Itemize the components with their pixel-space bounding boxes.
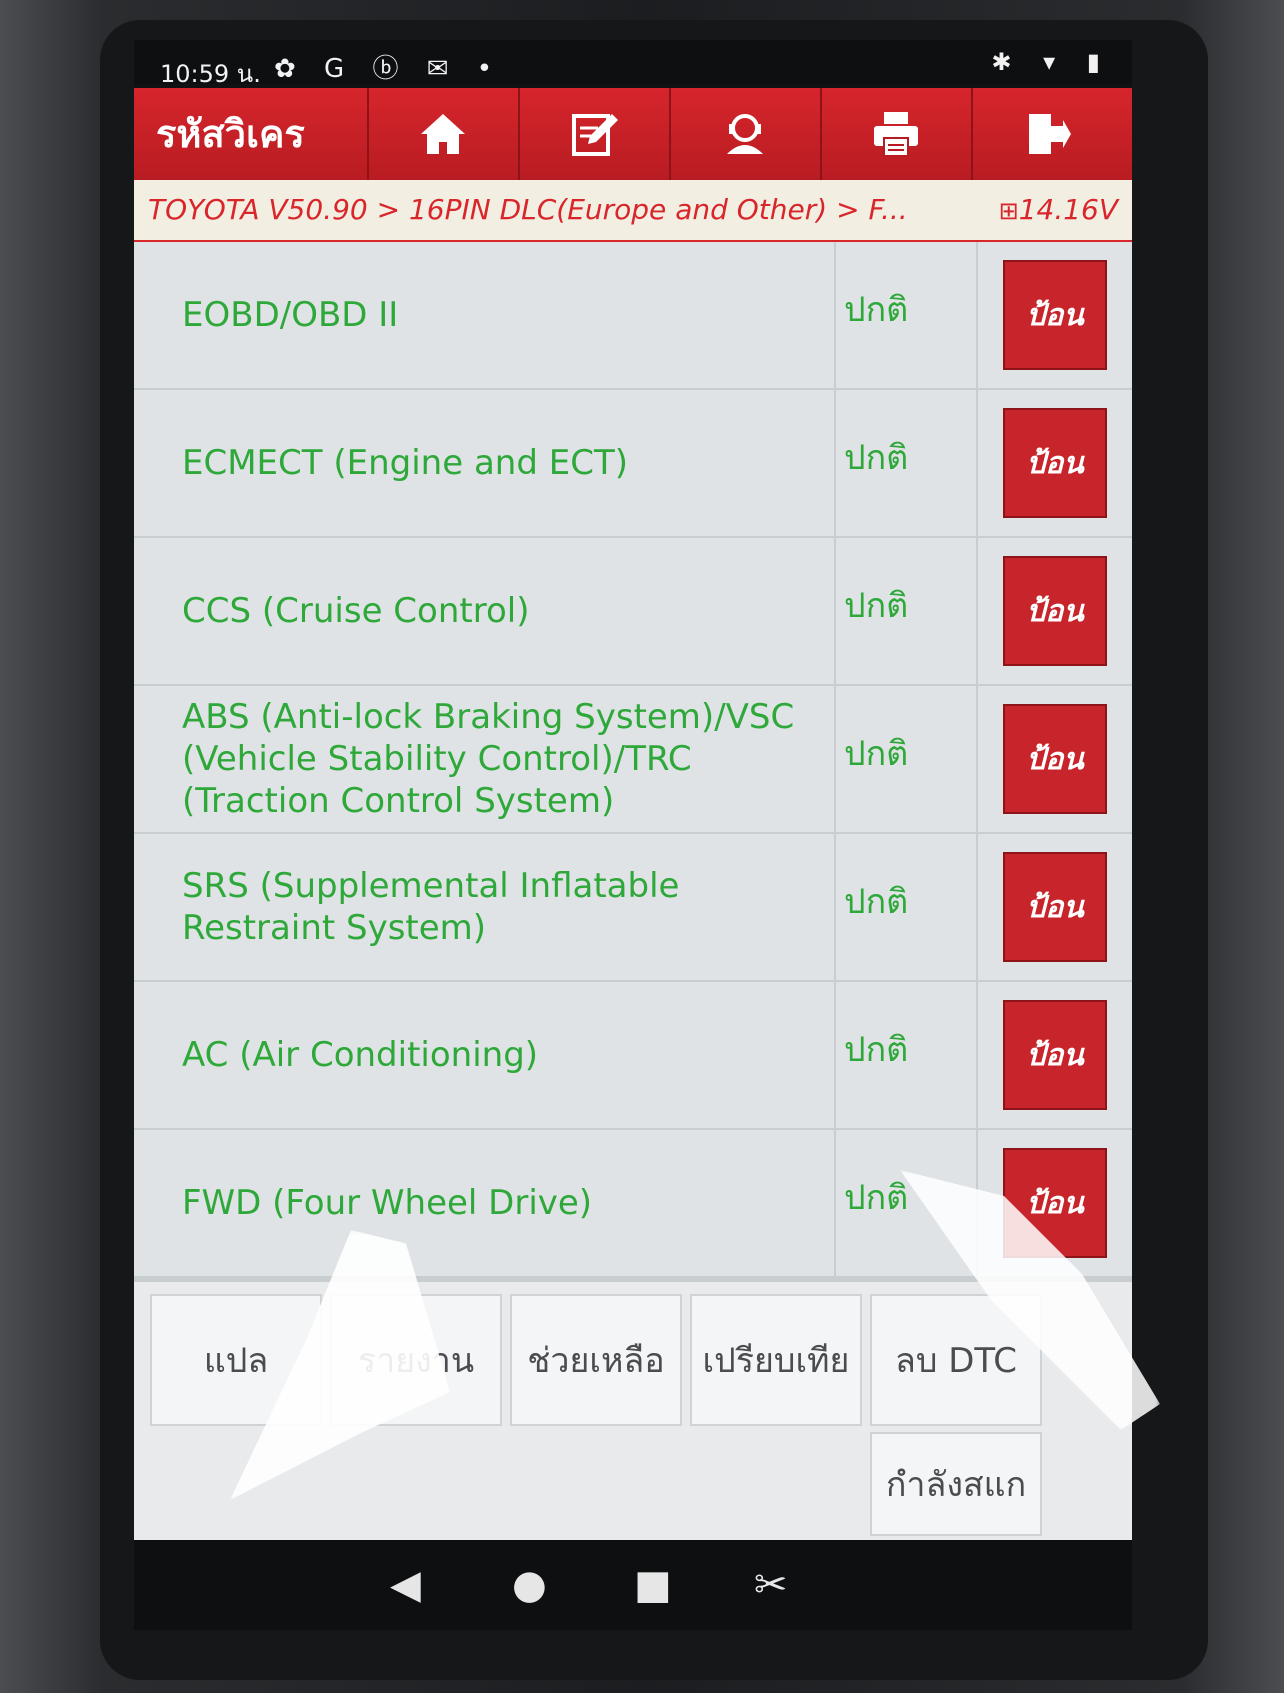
system-icons: ✱ ▾ ▮ bbox=[991, 48, 1112, 76]
exit-button[interactable] bbox=[971, 88, 1121, 180]
enter-button[interactable]: ป้อน bbox=[1003, 556, 1107, 666]
support-button[interactable] bbox=[669, 88, 819, 180]
navigation-bar: ◀ ● ■ ✂ bbox=[134, 1540, 1132, 1630]
compare-button[interactable]: เปรียบเทีย bbox=[690, 1294, 862, 1426]
app-title: รหัสวิเคร bbox=[156, 112, 305, 156]
enter-button[interactable]: ป้อน bbox=[1003, 704, 1107, 814]
list-item: ABS (Anti-lock Braking System)/VSC (Vehi… bbox=[134, 686, 1132, 834]
system-list[interactable]: EOBD/OBD II ปกติ ป้อน ECMECT (Engine and… bbox=[134, 242, 1132, 1282]
list-item: EOBD/OBD II ปกติ ป้อน bbox=[134, 242, 1132, 390]
status-bar: 10:59 น. ✿ G ⓑ ✉ • ✱ ▾ ▮ bbox=[134, 40, 1132, 88]
system-name: ECMECT (Engine and ECT) bbox=[134, 390, 834, 536]
tablet-device: 10:59 น. ✿ G ⓑ ✉ • ✱ ▾ ▮ รหัสวิเคร TOYOT… bbox=[0, 0, 1284, 1693]
list-item: CCS (Cruise Control) ปกติ ป้อน bbox=[134, 538, 1132, 686]
system-status: ปกติ bbox=[836, 390, 976, 536]
system-name: ABS (Anti-lock Braking System)/VSC (Vehi… bbox=[134, 686, 834, 832]
system-name: SRS (Supplemental Inflatable Restraint S… bbox=[134, 834, 834, 980]
system-name: FWD (Four Wheel Drive) bbox=[134, 1130, 834, 1276]
enter-button[interactable]: ป้อน bbox=[1003, 1000, 1107, 1110]
system-name: EOBD/OBD II bbox=[134, 242, 834, 388]
system-status: ปกติ bbox=[836, 686, 976, 832]
edit-icon bbox=[572, 114, 618, 156]
screen: 10:59 น. ✿ G ⓑ ✉ • ✱ ▾ ▮ รหัสวิเคร TOYOT… bbox=[134, 40, 1132, 1540]
system-status: ปกติ bbox=[836, 538, 976, 684]
battery-voltage: ⊞14.16V bbox=[999, 180, 1118, 241]
action-cell: ป้อน bbox=[978, 390, 1132, 536]
system-status: ปกติ bbox=[836, 834, 976, 980]
breadcrumb-path: TOYOTA V50.90 > 16PIN DLC(Europe and Oth… bbox=[148, 193, 908, 226]
screenshot-icon[interactable]: ✂ bbox=[754, 1562, 788, 1608]
action-cell: ป้อน bbox=[978, 982, 1132, 1128]
back-icon[interactable]: ◀ bbox=[390, 1562, 421, 1608]
enter-button[interactable]: ป้อน bbox=[1003, 852, 1107, 962]
system-name: CCS (Cruise Control) bbox=[134, 538, 834, 684]
exit-icon bbox=[1029, 114, 1071, 154]
system-name: AC (Air Conditioning) bbox=[134, 982, 834, 1128]
breadcrumb: TOYOTA V50.90 > 16PIN DLC(Europe and Oth… bbox=[134, 180, 1132, 242]
scan-button[interactable]: กำลังสแก bbox=[870, 1432, 1042, 1536]
list-item: ECMECT (Engine and ECT) ปกติ ป้อน bbox=[134, 390, 1132, 538]
enter-button[interactable]: ป้อน bbox=[1003, 408, 1107, 518]
top-toolbar: รหัสวิเคร bbox=[134, 88, 1132, 180]
print-icon bbox=[874, 112, 918, 157]
home-icon bbox=[421, 114, 465, 154]
print-button[interactable] bbox=[820, 88, 970, 180]
home-button[interactable] bbox=[367, 88, 517, 180]
battery-icon: ⊞ bbox=[998, 197, 1019, 225]
action-cell: ป้อน bbox=[978, 686, 1132, 832]
recents-icon[interactable]: ■ bbox=[634, 1562, 672, 1608]
action-cell: ป้อน bbox=[978, 538, 1132, 684]
action-cell: ป้อน bbox=[978, 242, 1132, 388]
enter-button[interactable]: ป้อน bbox=[1003, 260, 1107, 370]
notification-icons: ✿ G ⓑ ✉ • bbox=[274, 54, 503, 84]
voltage-value: 14.16V bbox=[1018, 193, 1118, 226]
system-status: ปกติ bbox=[836, 242, 976, 388]
support-icon bbox=[727, 114, 763, 154]
action-cell: ป้อน bbox=[978, 834, 1132, 980]
help-button[interactable]: ช่วยเหลือ bbox=[510, 1294, 682, 1426]
edit-button[interactable] bbox=[518, 88, 668, 180]
list-item: SRS (Supplemental Inflatable Restraint S… bbox=[134, 834, 1132, 982]
list-item: AC (Air Conditioning) ปกติ ป้อน bbox=[134, 982, 1132, 1130]
home-nav-icon[interactable]: ● bbox=[512, 1562, 547, 1608]
system-status: ปกติ bbox=[836, 982, 976, 1128]
